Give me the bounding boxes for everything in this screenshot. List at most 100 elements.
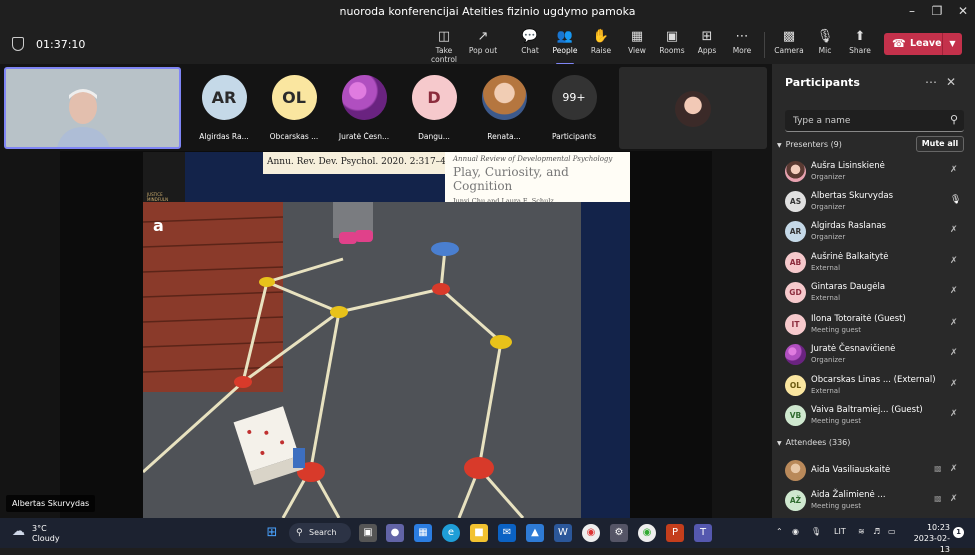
participant-row[interactable]: OL Obcarskas Linas ... (External) Extern…: [772, 371, 975, 401]
share-button[interactable]: ⬆ Share: [845, 28, 875, 62]
avatar: [785, 460, 806, 481]
tile-name: Renata...: [487, 132, 521, 141]
participant-row[interactable]: AB Aušrinė Balkaitytė External ✗: [772, 248, 975, 278]
language-indicator[interactable]: LIT: [834, 527, 846, 536]
chrome-profile-icon[interactable]: ◉: [638, 524, 656, 542]
battery-icon[interactable]: ▭: [888, 527, 896, 536]
participant-row[interactable]: Aušra Lisinskienė Organizer ✗: [772, 157, 975, 187]
mic-tray-icon[interactable]: 🎙: [811, 527, 821, 536]
participant-row[interactable]: AŽ Aida Žalimienė ... Meeting guest ▩ ✗: [772, 486, 975, 516]
tray-app-icon[interactable]: ◉: [792, 527, 799, 536]
windows-start-icon[interactable]: ⊞: [263, 524, 281, 542]
chat-icon: 💬: [521, 29, 539, 44]
participant-search: ⚲: [785, 110, 964, 132]
window-title: nuoroda konferencijai Ateities fizinio u…: [339, 5, 636, 18]
meeting-timer: 01:37:10: [36, 38, 86, 51]
search-icon: ⚲: [949, 113, 958, 126]
mic-off-icon: 🎙: [816, 29, 834, 44]
mic-on-icon: 🎙: [950, 195, 962, 205]
avatar: [341, 75, 387, 120]
mute-all-button[interactable]: Mute all: [916, 136, 964, 152]
presenters-section-header[interactable]: ▼ Presenters (9): [777, 140, 842, 149]
participant-row[interactable]: IT Ilona Totoraitė (Guest) Meeting guest…: [772, 310, 975, 340]
participants-panel: Participants ⋯ ✕ ⚲ ▼Presenters (9) Mute …: [772, 64, 975, 518]
edge-icon[interactable]: e: [442, 524, 460, 542]
close-icon[interactable]: ✕: [946, 75, 956, 89]
camera-off-icon: ▩: [934, 464, 942, 473]
mic-off-icon: ✗: [950, 286, 958, 296]
rooms-button[interactable]: ▣ Rooms: [656, 28, 688, 62]
close-window-icon[interactable]: ✕: [955, 4, 971, 18]
volume-icon[interactable]: ♬: [873, 527, 880, 536]
wifi-icon[interactable]: ≋: [858, 527, 865, 536]
mail-icon[interactable]: ✉: [498, 524, 516, 542]
people-button[interactable]: 👥 People: [548, 28, 582, 65]
participant-row[interactable]: AR Algirdas Raslanas Organizer ✗: [772, 217, 975, 247]
avatar: OL: [271, 75, 317, 120]
pop-out-icon: ↗: [477, 29, 489, 44]
avatar: D: [411, 75, 457, 120]
chat-app-icon[interactable]: ●: [386, 524, 404, 542]
system-clock[interactable]: 10:23 2023-02-13: [906, 522, 950, 555]
presenter-name-tag: Albertas Skurvydas: [6, 495, 96, 512]
chevron-down-icon[interactable]: ▼: [942, 33, 962, 55]
participant-row[interactable]: VB Vaiva Baltramiej... (Guest) Meeting g…: [772, 401, 975, 431]
chevron-up-icon[interactable]: ⌃: [776, 527, 783, 536]
video-tile-presenter[interactable]: [4, 67, 181, 149]
powerpoint-icon[interactable]: P: [666, 524, 684, 542]
avatar: AS: [785, 191, 806, 212]
view-button[interactable]: ▦ View: [622, 28, 652, 62]
settings-icon[interactable]: ⚙: [610, 524, 628, 542]
participant-row[interactable]: GD Gintaras Daugėla External ✗: [772, 278, 975, 308]
figure-photo: [143, 202, 581, 518]
attendees-section-header[interactable]: ▼ Attendees (336): [777, 438, 850, 447]
photos-icon[interactable]: ▲: [526, 524, 544, 542]
minimize-icon[interactable]: –: [904, 4, 920, 18]
video-tile-participant[interactable]: [619, 67, 767, 149]
citation: Annu. Rev. Dev. Psychol. 2020. 2:317–43: [263, 152, 452, 174]
pop-out-button[interactable]: ↗ Pop out: [468, 28, 498, 62]
more-participants-tile[interactable]: 99+ Participants: [538, 67, 610, 149]
raise-hand-button[interactable]: ✋ Raise: [586, 28, 616, 62]
participant-row[interactable]: Aida Vasiliauskaitė ▩ ✗: [772, 456, 975, 486]
avatar: [785, 161, 806, 182]
maximize-icon[interactable]: ❐: [929, 4, 945, 18]
title-bar: nuoroda konferencijai Ateities fizinio u…: [0, 0, 975, 24]
video-tile-participant[interactable]: Renata...: [468, 67, 540, 149]
presenter-video: [57, 89, 110, 147]
shared-slide: JUSTICE MINDFULN Annu. Rev. Dev. Psychol…: [143, 152, 630, 518]
mic-off-icon: ✗: [950, 379, 958, 389]
video-tile-participant[interactable]: OL Obcarskas ...: [258, 67, 330, 149]
people-icon: 👥: [556, 29, 574, 44]
video-tile-participant[interactable]: D Dangu...: [398, 67, 470, 149]
word-icon[interactable]: W: [554, 524, 572, 542]
participant-row[interactable]: AS Albertas Skurvydas Organizer 🎙: [772, 187, 975, 217]
avatar: AR: [785, 221, 806, 242]
journal-name: Annual Review of Developmental Psycholog…: [453, 155, 613, 163]
leave-button[interactable]: ☎ Leave ▼: [884, 33, 962, 55]
store-icon[interactable]: ▦: [414, 524, 432, 542]
avatar: AR: [201, 75, 247, 120]
mic-button[interactable]: 🎙 Mic: [810, 28, 840, 62]
apps-button[interactable]: ⊞ Apps: [692, 28, 722, 62]
camera-button[interactable]: ▩ Camera: [774, 28, 804, 62]
avatar: AB: [785, 252, 806, 273]
camera-off-icon: ▩: [934, 494, 942, 503]
task-view-icon[interactable]: ▣: [359, 524, 377, 542]
more-button[interactable]: ⋯ More: [727, 28, 757, 62]
windows-taskbar: ☁ 3°C Cloudy ⊞ ⚲ Search ▣ ● ▦ e ■ ✉ ▲ W ◉…: [0, 518, 975, 554]
chat-button[interactable]: 💬 Chat: [515, 28, 545, 62]
video-tile-participant[interactable]: AR Algirdas Ra...: [188, 67, 260, 149]
video-tile-participant[interactable]: Juratė Česn...: [328, 67, 400, 149]
file-explorer-icon[interactable]: ■: [470, 524, 488, 542]
more-options-icon[interactable]: ⋯: [925, 75, 937, 89]
tile-name: Algirdas Ra...: [199, 132, 249, 141]
take-control-button[interactable]: ◫ Take control: [423, 28, 465, 64]
mic-off-icon: ✗: [950, 348, 958, 358]
teams-icon[interactable]: T: [694, 524, 712, 542]
notification-badge[interactable]: 1: [953, 527, 964, 538]
participant-row[interactable]: Juratė Česnavičienė Organizer ✗: [772, 340, 975, 370]
taskbar-search[interactable]: ⚲ Search: [289, 523, 351, 543]
search-input[interactable]: [793, 113, 943, 129]
chrome-icon[interactable]: ◉: [582, 524, 600, 542]
